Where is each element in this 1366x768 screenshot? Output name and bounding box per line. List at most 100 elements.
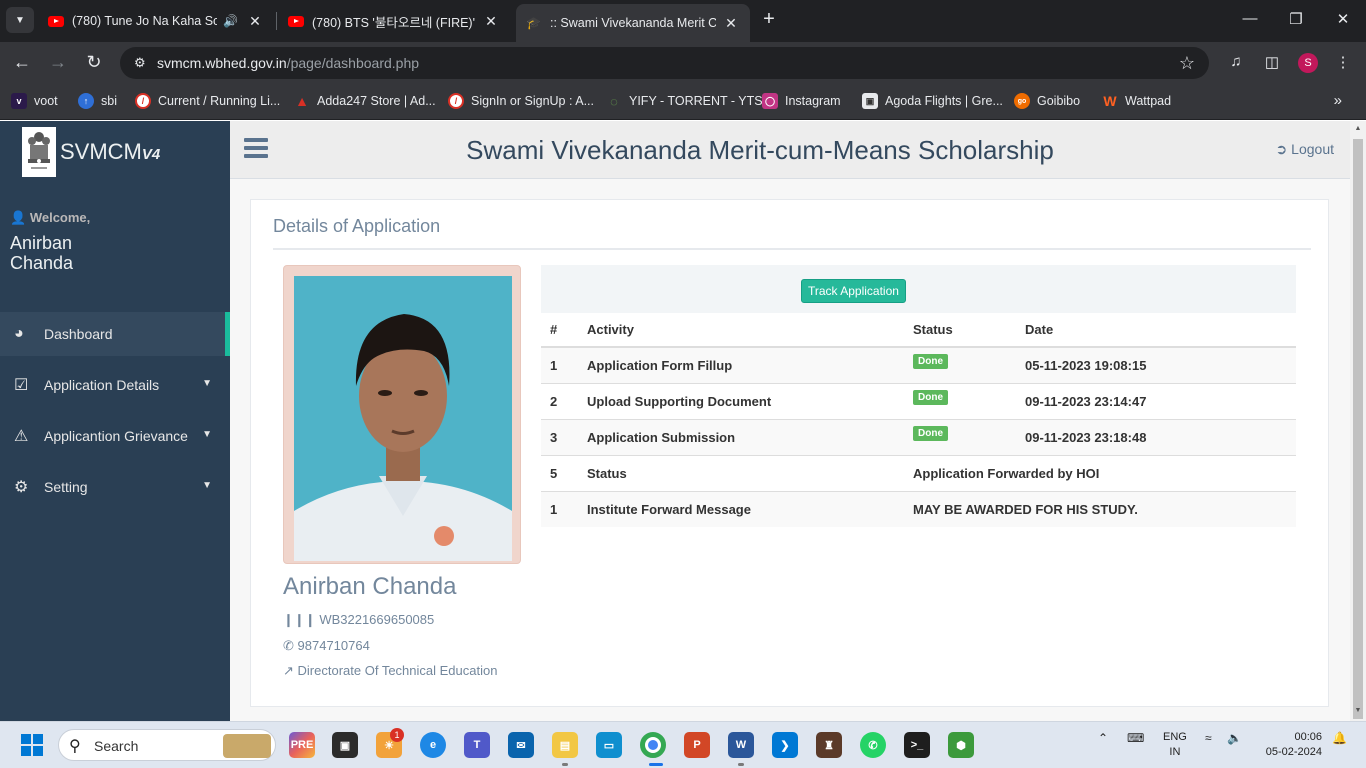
nodejs-icon[interactable]: ⬢ xyxy=(948,732,974,758)
column-header: Date xyxy=(1016,313,1296,348)
notification-center-icon[interactable]: 🔔 xyxy=(1332,731,1347,745)
word-icon[interactable]: W xyxy=(728,732,754,758)
bookmark-wattpad[interactable]: W Wattpad xyxy=(1102,93,1171,109)
reload-icon[interactable]: ↻ xyxy=(83,51,105,73)
restore-icon[interactable]: ❐ xyxy=(1286,10,1306,28)
more-bookmarks-icon[interactable]: » xyxy=(1334,92,1342,109)
scrollbar-thumb[interactable] xyxy=(1353,139,1363,719)
bookmark-goibibo[interactable]: go Goibibo xyxy=(1014,93,1080,109)
mail-icon[interactable]: ✉ xyxy=(508,732,534,758)
bookmark-instagram[interactable]: ◯ Instagram xyxy=(762,93,841,109)
vscode-icon[interactable]: ❯ xyxy=(772,732,798,758)
checkbox-edit-icon: ☑ xyxy=(14,377,29,394)
page-scrollbar[interactable]: ▲ ▼ xyxy=(1350,121,1366,721)
profile-avatar[interactable]: S xyxy=(1298,53,1318,73)
search-label: Search xyxy=(94,738,139,754)
game-app-icon[interactable]: ♜ xyxy=(816,732,842,758)
clock-date: 05-02-2024 xyxy=(1265,746,1322,758)
forward-arrow-icon[interactable]: → xyxy=(47,51,69,73)
sidebar-item-application-details[interactable]: ☑ Application Details ▼ xyxy=(0,363,230,407)
bookmark-yify[interactable]: ◌ YIFY - TORRENT - YTS xyxy=(606,93,762,109)
column-header: Activity xyxy=(578,313,904,348)
monitor-app-icon[interactable]: ▭ xyxy=(596,732,622,758)
close-tab-icon[interactable]: ✕ xyxy=(722,15,740,32)
system-clock[interactable]: 00:06 05-02-2024 xyxy=(1258,730,1322,760)
tab-svmcm-active[interactable]: 🎓 :: Swami Vivekananda Merit Cum ✕ xyxy=(516,4,750,42)
bookmark-voot[interactable]: v voot xyxy=(11,93,58,109)
side-panel-icon[interactable]: ◫ xyxy=(1262,53,1282,71)
sidebar-item-label: Application Details xyxy=(44,377,160,393)
speaker-icon[interactable]: 🔊 xyxy=(223,14,238,28)
task-view-icon[interactable]: ▣ xyxy=(332,732,358,758)
bookmark-sbi[interactable]: ↑ sbi xyxy=(78,93,117,109)
institute-link[interactable]: ↗ Directorate Of Technical Education xyxy=(283,663,497,679)
row-number: 3 xyxy=(541,418,578,455)
site-settings-icon[interactable]: ⚙ xyxy=(134,55,146,71)
close-tab-icon[interactable]: ✕ xyxy=(482,13,500,30)
bookmark-label: Current / Running Li... xyxy=(158,94,281,108)
track-application-button[interactable]: Track Application xyxy=(801,279,906,303)
edge-icon[interactable]: e xyxy=(420,732,446,758)
scroll-up-icon[interactable]: ▲ xyxy=(1353,125,1363,132)
whatsapp-icon[interactable]: ✆ xyxy=(860,732,886,758)
status-badge: Done xyxy=(913,425,948,441)
sidebar-item-label: Dashboard xyxy=(44,326,113,342)
bookmark-agoda[interactable]: ▣ Agoda Flights | Gre... xyxy=(862,93,1003,109)
bookmark-signin[interactable]: / SignIn or SignUp : A... xyxy=(448,93,594,109)
tab-youtube-2[interactable]: (780) BTS '불타오르네 (FIRE)' M ✕ xyxy=(278,5,510,37)
row-number: 2 xyxy=(541,382,578,419)
sign-out-icon: ➲ xyxy=(1275,141,1288,157)
sidebar-item-grievance[interactable]: ⚠ Applicantion Grievance ▼ xyxy=(0,414,230,458)
kebab-menu-icon[interactable]: ⋮ xyxy=(1333,53,1353,71)
powerpoint-icon[interactable]: P xyxy=(684,732,710,758)
address-bar[interactable]: ⚙ svmcm.wbhed.gov.in/page/dashboard.php … xyxy=(120,47,1209,79)
new-tab-button[interactable]: + xyxy=(758,9,780,31)
chrome-icon[interactable] xyxy=(640,732,666,758)
close-tab-icon[interactable]: ✕ xyxy=(246,13,264,30)
tab-youtube-1[interactable]: (780) Tune Jo Na Kaha Song 🔊 ✕ xyxy=(38,5,274,37)
row-date: 05-11-2023 19:08:15 xyxy=(1016,346,1296,383)
tab-title: :: Swami Vivekananda Merit Cum xyxy=(550,16,716,30)
windows-start-icon[interactable] xyxy=(21,734,43,756)
language-indicator[interactable]: ENG IN xyxy=(1163,730,1187,760)
teams-icon[interactable]: T xyxy=(464,732,490,758)
welcome-text: Welcome, xyxy=(29,210,91,225)
taskbar-search[interactable]: ⚲ Search xyxy=(58,729,276,761)
copilot-icon[interactable]: PRE xyxy=(289,732,315,758)
table-row: 3 Application Submission Done 09-11-2023… xyxy=(541,418,1296,455)
volume-icon[interactable]: 🔈 xyxy=(1227,731,1242,745)
bookmarks-bar: v voot ↑ sbi / Current / Running Li... ▲ Add… xyxy=(0,82,1366,120)
sidebar-item-dashboard[interactable]: ◕ Dashboard xyxy=(0,312,230,356)
voot-icon: v xyxy=(11,93,27,109)
url-text[interactable]: svmcm.wbhed.gov.in/page/dashboard.php xyxy=(157,55,419,71)
terminal-icon[interactable]: >_ xyxy=(904,732,930,758)
status-row: 5 Status Application Forwarded by HOI xyxy=(541,454,1296,491)
media-control-icon[interactable]: ♫ xyxy=(1226,53,1246,70)
bookmark-star-icon[interactable]: ☆ xyxy=(1179,53,1195,74)
user-last-name: Chanda xyxy=(10,253,74,273)
top-nav: Swami Vivekananda Merit-cum-Means Schola… xyxy=(230,121,1350,179)
file-explorer-icon[interactable]: ▤ xyxy=(552,732,578,758)
adda-icon: ▲ xyxy=(295,93,309,109)
scroll-down-icon[interactable]: ▼ xyxy=(1353,707,1363,714)
forward-message-row: 1 Institute Forward Message MAY BE AWARD… xyxy=(541,490,1296,527)
bookmark-adda247[interactable]: ▲ Adda247 Store | Ad... xyxy=(294,93,436,109)
row-activity: Application Submission xyxy=(578,418,904,455)
row-label: Status xyxy=(578,454,904,491)
tab-search-dropdown-button[interactable]: ▼ xyxy=(6,7,34,33)
lang-region: IN xyxy=(1169,746,1181,758)
keyboard-icon[interactable]: ⌨ xyxy=(1127,731,1144,745)
close-window-icon[interactable]: ✕ xyxy=(1333,10,1353,28)
wifi-icon[interactable]: ≈ xyxy=(1205,731,1212,745)
bookmark-current-running[interactable]: / Current / Running Li... xyxy=(135,93,280,109)
track-application-bar: Track Application xyxy=(541,265,1296,313)
active-indicator xyxy=(649,763,663,766)
logout-button[interactable]: ➲ Logout xyxy=(1276,141,1334,158)
youtube-icon xyxy=(48,15,64,27)
back-arrow-icon[interactable]: ← xyxy=(11,51,33,73)
minimize-icon[interactable]: — xyxy=(1240,10,1260,27)
sidebar-item-setting[interactable]: ⚙ Setting ▼ xyxy=(0,465,230,509)
show-hidden-icons-chevron-icon[interactable]: ⌃ xyxy=(1098,731,1108,745)
brand[interactable]: SVMCMV4 xyxy=(22,127,160,177)
graduation-cap-icon: 🎓 xyxy=(526,16,541,30)
